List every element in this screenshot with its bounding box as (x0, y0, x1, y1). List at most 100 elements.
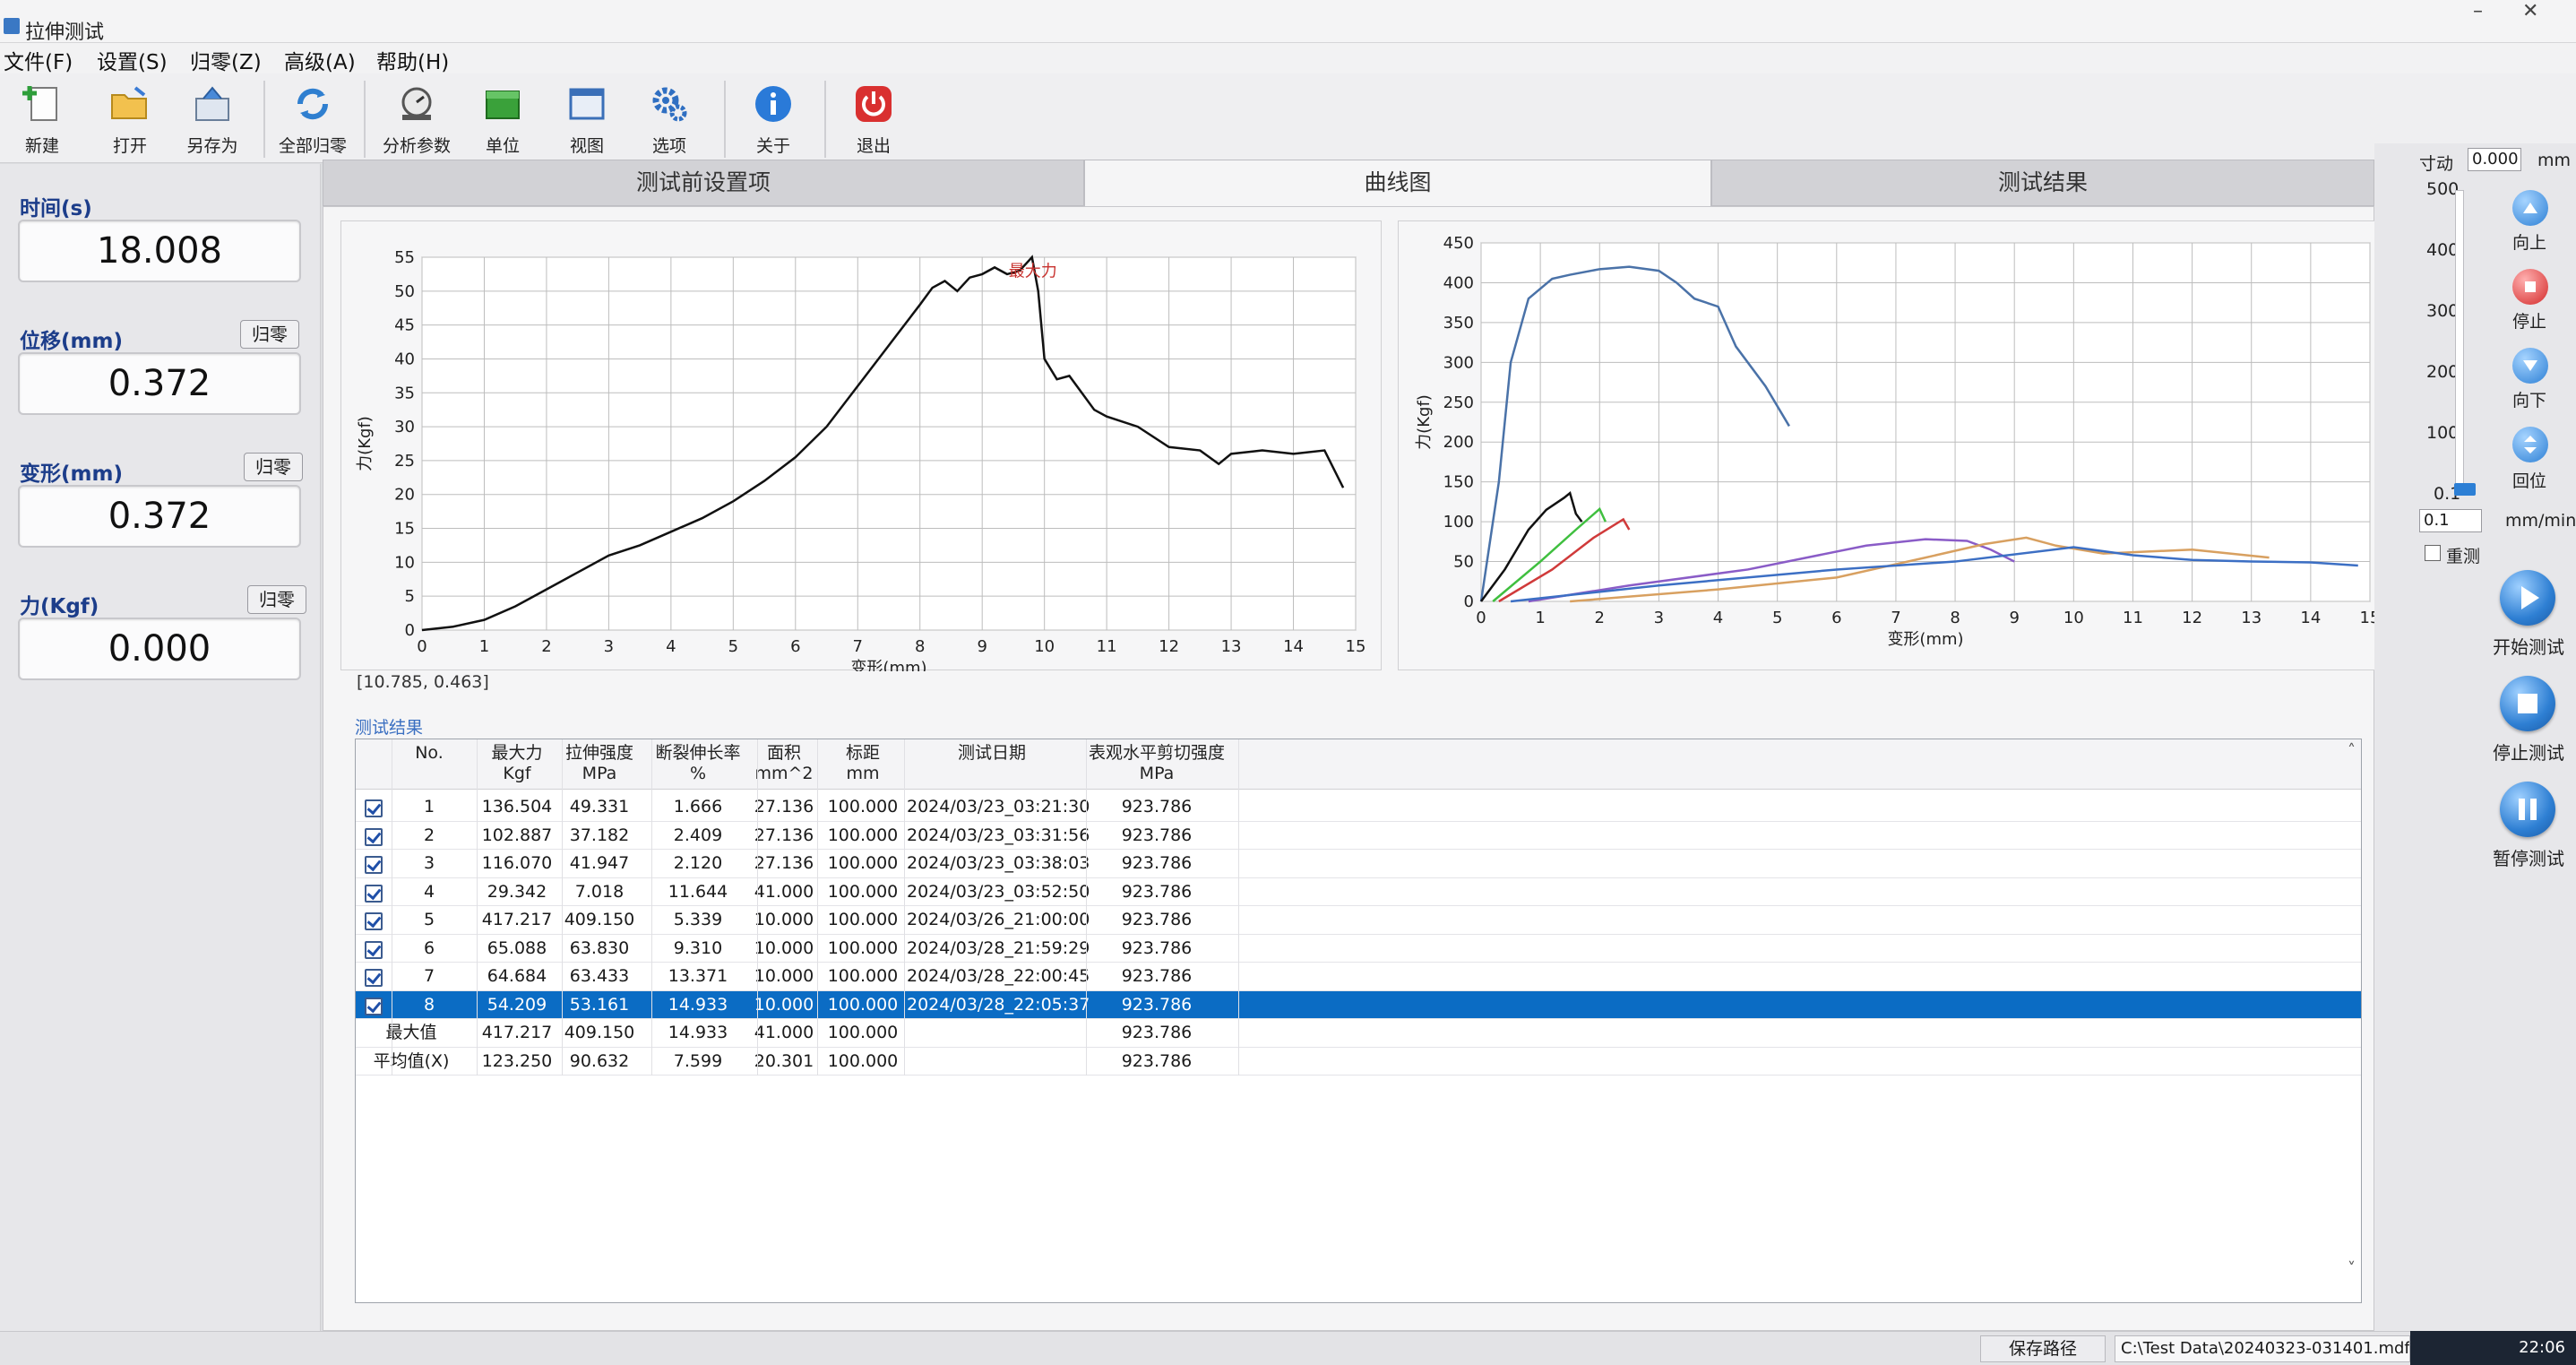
time-readout: 18.008 (18, 220, 301, 282)
speed-slider[interactable] (2454, 190, 2476, 496)
x-tick-label: 8 (915, 637, 925, 656)
column-header-unit: mm^2 (754, 764, 814, 783)
row-checkbox[interactable] (365, 912, 383, 930)
info-icon (752, 82, 795, 125)
chart-svg: 0 1 2 3 4 5 6 7 8 9 10 11 12 13 14 15051015202530354045… (356, 248, 1366, 671)
column-header-unit: MPa (1139, 764, 1175, 783)
x-tick-label: 3 (1654, 609, 1664, 627)
menu-help[interactable]: 帮助(H) (376, 45, 449, 75)
y-tick-label: 55 (394, 248, 415, 267)
power-icon (852, 82, 895, 125)
pause-test-label: 暂停测试 (2493, 848, 2564, 869)
slider-handle[interactable] (2454, 483, 2476, 496)
save-as-button[interactable]: 另存为 (172, 82, 253, 160)
column-divider (1086, 739, 1087, 1076)
y-tick-label: 0 (1464, 592, 1474, 611)
exit-button[interactable]: 退出 (833, 82, 914, 160)
zero-force-button[interactable]: 归零 (247, 585, 306, 614)
stop-test-button[interactable] (2500, 676, 2555, 731)
stop-button[interactable] (2512, 269, 2548, 305)
row-checkbox[interactable] (365, 940, 383, 959)
tab-pre-test-settings[interactable]: 测试前设置项 (323, 160, 1084, 206)
table-cell: 10.000 (754, 966, 814, 986)
column-header[interactable]: 拉伸强度 MPa (556, 743, 642, 784)
x-tick-label: 14 (2300, 609, 2321, 627)
view-button[interactable]: 视图 (547, 82, 627, 160)
open-button[interactable]: 打开 (90, 82, 170, 160)
table-row[interactable]: 5 417.217 409.150 5.339 10.000 100.000 2024/03… (356, 906, 2361, 935)
column-header-unit: MPa (582, 764, 617, 783)
zero-deformation-button[interactable]: 归零 (244, 453, 303, 481)
table-row[interactable]: 8 54.209 53.161 14.933 10.000 100.000 2024/03/… (356, 990, 2361, 1019)
column-header[interactable]: No. (384, 743, 474, 764)
row-checkbox[interactable] (365, 856, 383, 874)
retest-checkbox[interactable] (2425, 545, 2441, 561)
about-button[interactable]: 关于 (733, 82, 814, 160)
pause-test-button[interactable] (2500, 782, 2555, 837)
table-cell: 10.000 (754, 994, 814, 1015)
close-button[interactable]: ✕ (2522, 0, 2538, 22)
menu-advanced[interactable]: 高级(A) (284, 45, 356, 75)
x-tick-label: 1 (479, 637, 489, 656)
table-row[interactable]: 最大值 417.217 409.150 14.933 41.000 100.000 923.… (356, 1019, 2361, 1048)
speed-input[interactable]: 0.1 (2419, 509, 2482, 532)
scroll-up-arrow[interactable]: ˄ (2348, 741, 2356, 760)
table-row[interactable]: 4 29.342 7.018 11.644 41.000 100.000 2024/03/2… (356, 878, 2361, 906)
table-row[interactable]: 平均值(X) 123.250 90.632 7.599 20.301 100.000 923… (356, 1048, 2361, 1076)
zero-displacement-button[interactable]: 归零 (240, 320, 299, 349)
column-header[interactable]: 最大力 Kgf (477, 743, 557, 784)
scale-500: 500 (2426, 179, 2460, 199)
save-path-button[interactable]: 保存路径 (1980, 1335, 2106, 1362)
table-row[interactable]: 7 64.684 63.433 13.371 10.000 100.000 2024/03/… (356, 963, 2361, 991)
x-tick-label: 11 (2123, 609, 2143, 627)
table-row[interactable]: 2 102.887 37.182 2.409 27.136 100.000 2024/03/… (356, 822, 2361, 850)
column-header[interactable]: 面积 mm^2 (750, 743, 818, 784)
table-cell: 37.182 (569, 825, 630, 845)
minimize-button[interactable]: – (2473, 0, 2483, 22)
new-button[interactable]: 新建 (2, 82, 82, 160)
table-cell: 417.217 (481, 1023, 553, 1042)
tab-curve-chart[interactable]: 曲线图 (1084, 160, 1711, 208)
table-cell: 923.786 (1121, 937, 1193, 958)
zero-all-button[interactable]: 全部归零 (272, 82, 353, 160)
tab-test-results[interactable]: 测试结果 (1711, 160, 2374, 206)
y-axis-label: 力(Kgf) (356, 416, 375, 471)
menu-settings[interactable]: 设置(S) (97, 45, 168, 75)
table-cell: 10.000 (754, 910, 814, 929)
table-cell: 49.331 (569, 797, 630, 816)
menu-zero[interactable]: 归零(Z) (190, 45, 262, 75)
down-label: 向下 (2512, 391, 2547, 410)
table-cell: 102.887 (481, 825, 553, 845)
column-header[interactable]: 测试日期 (907, 743, 1077, 764)
unit-button[interactable]: 单位 (462, 82, 543, 160)
chart-svg: 0 1 2 3 4 5 6 7 8 9 10 11 12 13 14 15050100150200250300… (1415, 234, 2380, 649)
row-checkbox[interactable] (365, 969, 383, 987)
x-tick-label: 9 (977, 637, 986, 656)
scale-300: 300 (2426, 301, 2460, 321)
row-checkbox[interactable] (365, 799, 383, 817)
step-input[interactable]: 0.000 (2468, 148, 2521, 171)
table-cell: 2.120 (673, 853, 723, 873)
scroll-down-arrow[interactable]: ˅ (2348, 1259, 2356, 1278)
table-row[interactable]: 1 136.504 49.331 1.666 27.136 100.000 2024/03/… (356, 793, 2361, 822)
row-checkbox[interactable] (365, 884, 383, 903)
column-header[interactable]: 断裂伸长率% (646, 743, 750, 784)
table-row[interactable]: 3 116.070 41.947 2.120 27.136 100.000 2024/03/… (356, 850, 2361, 878)
column-divider (651, 739, 652, 1076)
table-row[interactable]: 6 65.088 63.830 9.310 10.000 100.000 2024/03/2… (356, 935, 2361, 963)
menu-file[interactable]: 文件(F) (4, 45, 73, 75)
column-header[interactable]: 表观水平剪切强度 MPa (1081, 743, 1233, 784)
analysis-params-button[interactable]: 分析参数 (376, 82, 457, 160)
down-button[interactable] (2512, 348, 2548, 384)
start-test-button[interactable] (2500, 570, 2555, 626)
return-button[interactable] (2512, 427, 2548, 462)
table-cell: 20.301 (754, 1050, 814, 1071)
up-button[interactable] (2512, 190, 2548, 226)
column-header-title: 拉伸强度 (564, 743, 633, 763)
table-cell: 9.310 (673, 937, 723, 958)
row-checkbox[interactable] (365, 997, 383, 1015)
y-tick-label: 0 (405, 621, 415, 640)
row-checkbox[interactable] (365, 827, 383, 846)
options-button[interactable]: 选项 (629, 82, 710, 160)
column-header[interactable]: 标距 mm (824, 743, 901, 784)
